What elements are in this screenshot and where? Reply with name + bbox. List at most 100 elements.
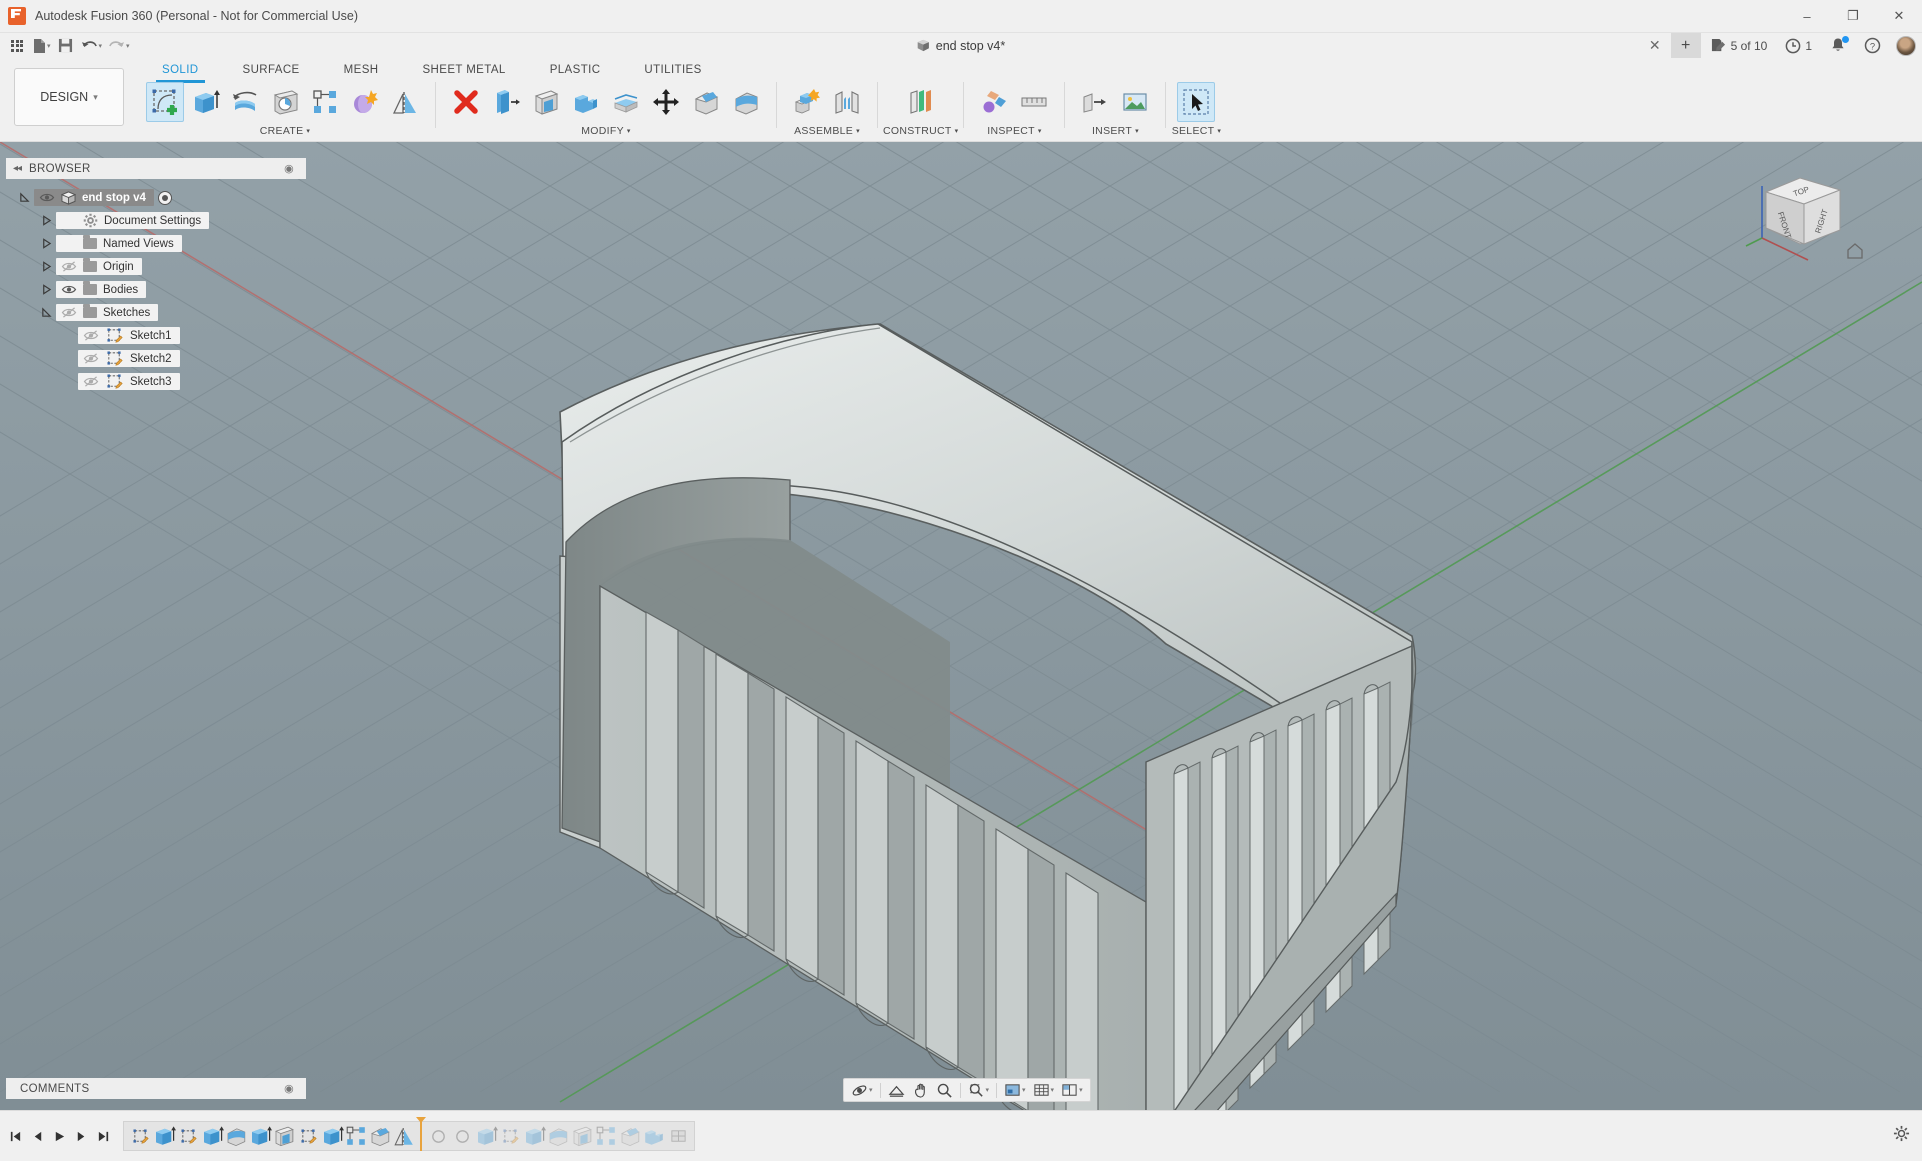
ribbon-group-label[interactable]: SELECT ▾: [1172, 125, 1221, 137]
viewcube[interactable]: TOP FRONT RIGHT: [1744, 160, 1864, 270]
ribbon-group-label[interactable]: CREATE ▾: [260, 125, 310, 137]
browser-item-named-views[interactable]: Named Views: [6, 232, 306, 255]
timeline-fillet1[interactable]: [224, 1124, 248, 1148]
visibility-toggle[interactable]: [60, 260, 77, 274]
joint-tool[interactable]: [828, 82, 866, 122]
browser-item-origin[interactable]: Origin: [6, 255, 306, 278]
insert-canvas-tool[interactable]: [1116, 82, 1154, 122]
timeline-settings-button[interactable]: [1893, 1125, 1910, 1147]
visibility-toggle[interactable]: [60, 306, 77, 320]
visibility-eye-icon[interactable]: [61, 283, 77, 296]
timeline-sketch1[interactable]: [128, 1124, 152, 1148]
expand-arrow-right-icon[interactable]: [36, 238, 56, 249]
new-document-button[interactable]: ▾: [30, 35, 53, 57]
browser-item-chip[interactable]: Named Views: [56, 235, 182, 252]
browser-item-chip[interactable]: Sketches: [56, 304, 159, 321]
timeline-marker[interactable]: [416, 1117, 426, 1151]
select-tool[interactable]: [1177, 82, 1216, 122]
revolve-tool[interactable]: [226, 82, 264, 122]
chamfer-tool[interactable]: [687, 82, 725, 122]
comments-options-icon[interactable]: ◉: [284, 1082, 294, 1095]
delete-tool[interactable]: [447, 82, 485, 122]
timeline-suppressed-7[interactable]: [570, 1124, 594, 1148]
browser-item-chip[interactable]: Document Settings: [56, 212, 210, 229]
document-tab[interactable]: end stop v4*: [917, 33, 1005, 58]
visibility-toggle[interactable]: [38, 191, 55, 205]
ribbon-group-label[interactable]: ASSEMBLE ▾: [794, 125, 860, 137]
maximize-button[interactable]: ❐: [1830, 0, 1876, 33]
browser-item-chip[interactable]: Sketch2: [78, 350, 180, 367]
expand-arrow-right-icon[interactable]: [36, 284, 56, 295]
browser-item-bodies[interactable]: Bodies: [6, 278, 306, 301]
measure-tool[interactable]: [975, 82, 1013, 122]
browser-item-sketch2[interactable]: Sketch2: [6, 347, 306, 370]
section-analysis-tool[interactable]: [1015, 82, 1053, 122]
minimize-button[interactable]: –: [1784, 0, 1830, 33]
timeline-begin-button[interactable]: [6, 1125, 25, 1147]
browser-item-sketch3[interactable]: Sketch3: [6, 370, 306, 393]
visibility-toggle[interactable]: [60, 283, 77, 297]
timeline-track[interactable]: [123, 1117, 695, 1151]
browser-item-chip[interactable]: Sketch1: [78, 327, 180, 344]
visibility-toggle[interactable]: [82, 352, 99, 366]
edits-remaining-indicator[interactable]: 5 of 10: [1701, 33, 1777, 58]
press-pull-tool[interactable]: [487, 82, 525, 122]
zoom-window-tool[interactable]: ▾: [965, 1080, 993, 1100]
create-sketch-tool[interactable]: [146, 82, 184, 122]
zoom-tool[interactable]: [933, 1080, 956, 1100]
ribbon-tab-mesh[interactable]: MESH: [322, 61, 401, 78]
visibility-eye-icon[interactable]: [83, 329, 99, 342]
timeline-suppressed-10[interactable]: [642, 1124, 666, 1148]
ribbon-tab-sheet-metal[interactable]: SHEET METAL: [400, 61, 527, 78]
timeline-sketch3[interactable]: [296, 1124, 320, 1148]
redo-button[interactable]: ▾: [106, 35, 132, 57]
orbit-tool[interactable]: ▾: [848, 1080, 876, 1100]
ribbon-tab-surface[interactable]: SURFACE: [221, 61, 322, 78]
jobs-status-indicator[interactable]: 1: [1776, 33, 1821, 58]
save-button[interactable]: [55, 35, 77, 57]
visibility-eye-icon[interactable]: [83, 375, 99, 388]
visibility-eye-icon[interactable]: [39, 191, 55, 204]
viewports[interactable]: ▾: [1058, 1080, 1086, 1100]
pan-look-at-tool[interactable]: [885, 1080, 908, 1100]
move-copy-tool[interactable]: [647, 82, 685, 122]
visibility-eye-icon[interactable]: [61, 306, 77, 319]
timeline-play-button[interactable]: [50, 1125, 69, 1147]
expand-arrow-right-icon[interactable]: [36, 261, 56, 272]
rectangular-pattern-tool[interactable]: [306, 82, 344, 122]
timeline-suppressed-6[interactable]: [546, 1124, 570, 1148]
timeline-suppressed-5[interactable]: [522, 1124, 546, 1148]
timeline-mirror1[interactable]: [392, 1124, 416, 1148]
timeline-end-button[interactable]: [94, 1125, 113, 1147]
timeline-suppressed-3[interactable]: [474, 1124, 498, 1148]
expand-arrow-right-icon[interactable]: [36, 215, 56, 226]
hole-tool[interactable]: [266, 82, 304, 122]
close-button[interactable]: ✕: [1876, 0, 1922, 33]
ribbon-group-label[interactable]: INSPECT ▾: [987, 125, 1041, 137]
browser-item-sketch1[interactable]: Sketch1: [6, 324, 306, 347]
browser-item-sketches[interactable]: Sketches: [6, 301, 306, 324]
display-settings[interactable]: ▾: [1001, 1080, 1029, 1100]
browser-item-chip[interactable]: end stop v4: [34, 189, 154, 206]
timeline-suppressed-4[interactable]: [498, 1124, 522, 1148]
timeline-shell1[interactable]: [272, 1124, 296, 1148]
derive-tool[interactable]: [1076, 82, 1114, 122]
expand-arrow-down-icon[interactable]: [14, 192, 34, 203]
ribbon-group-label[interactable]: MODIFY ▾: [581, 125, 630, 137]
ribbon-tab-plastic[interactable]: PLASTIC: [528, 61, 623, 78]
browser-item-document-settings[interactable]: Document Settings: [6, 209, 306, 232]
timeline-marker-handle[interactable]: [416, 1117, 426, 1151]
browser-item-end-stop-v4[interactable]: end stop v4: [6, 186, 306, 209]
help-button[interactable]: ?: [1855, 33, 1890, 58]
offset-plane-tool[interactable]: [902, 82, 940, 122]
notifications-button[interactable]: [1821, 33, 1855, 58]
new-component-tool[interactable]: [788, 82, 826, 122]
timeline-extrude4[interactable]: [320, 1124, 344, 1148]
mirror-tool[interactable]: [386, 82, 424, 122]
timeline-extrude3[interactable]: [248, 1124, 272, 1148]
add-document-tab-button[interactable]: +: [1670, 33, 1701, 58]
offset-face-tool[interactable]: [607, 82, 645, 122]
ribbon-tab-solid[interactable]: SOLID: [140, 61, 221, 83]
pan-tool[interactable]: [909, 1080, 932, 1100]
visibility-eye-icon[interactable]: [83, 352, 99, 365]
